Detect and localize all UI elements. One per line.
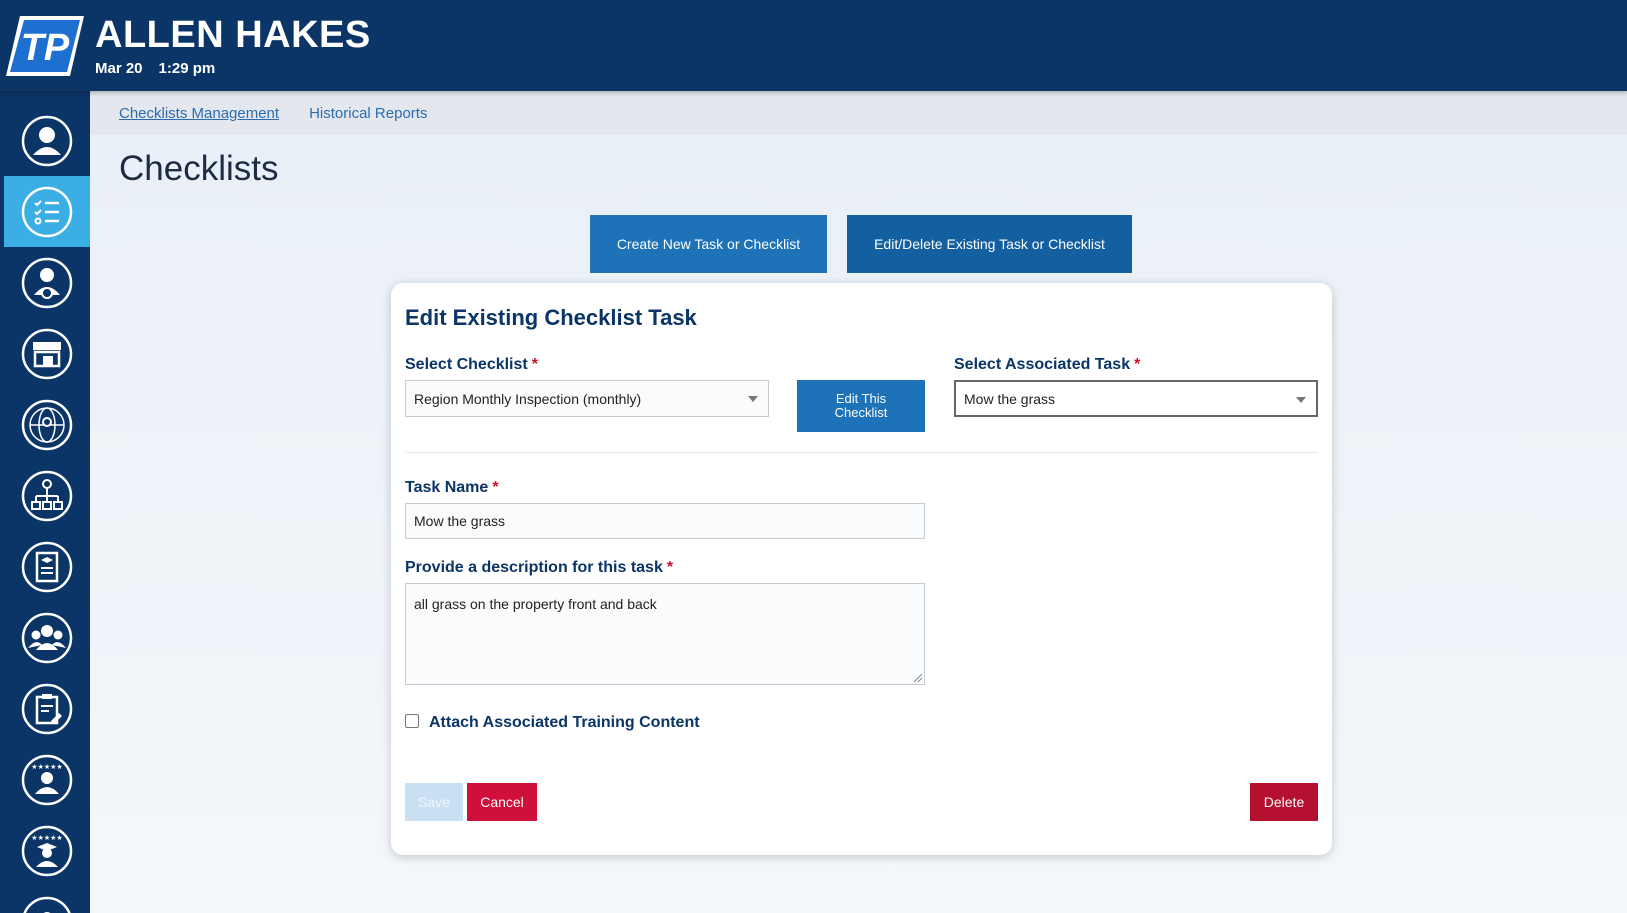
user-name: ALLEN HAKES [95,14,371,56]
sidebar-item-org-chart[interactable] [4,460,90,531]
svg-text:TP: TP [21,27,70,69]
resize-handle-icon[interactable] [914,674,922,682]
svg-text:★★★★★: ★★★★★ [31,834,62,842]
checklist-icon [21,186,73,237]
attach-training-label[interactable]: Attach Associated Training Content [429,714,700,732]
sidebar-item-graduate[interactable]: ★★★★★ [4,815,90,886]
user-profile-icon [21,115,73,166]
edit-this-checklist-button[interactable]: Edit This Checklist [797,380,925,432]
required-mark: * [492,479,499,496]
nav-historical-reports[interactable]: Historical Reports [309,105,427,122]
sidebar-item-checklists[interactable] [4,176,90,247]
select-task-label: Select Associated Task * [954,356,1141,373]
clipboard-edit-icon [21,683,73,734]
attach-training-checkbox[interactable] [405,714,419,728]
store-icon [21,328,73,379]
org-chart-icon [21,470,73,521]
select-task-dropdown[interactable]: Mow the grass [954,380,1318,417]
required-mark: * [666,559,674,576]
sidebar: ★★★★★ ★★★★★ [0,91,90,913]
more-icon [23,896,71,913]
required-mark: * [531,356,538,373]
sidebar-item-locations[interactable] [4,389,90,460]
chevron-down-icon [748,396,758,402]
chevron-down-icon [1296,397,1306,403]
sidebar-item-clipboard[interactable] [4,673,90,744]
edit-task-card: Edit Existing Checklist Task Select Chec… [391,283,1332,855]
current-date: Mar 20 [95,60,143,77]
page-title: Checklists [119,149,279,188]
section-divider [405,452,1318,453]
globe-location-icon [21,399,73,450]
training-document-icon [21,541,73,592]
nav-checklists-management[interactable]: Checklists Management [119,105,279,122]
tp-logo[interactable]: TP [6,16,84,76]
sub-navigation: Checklists Management Historical Reports [90,91,1627,135]
task-name-input[interactable]: Mow the grass [405,503,925,539]
description-textarea[interactable]: all grass on the property front and back [405,583,925,685]
sidebar-item-training[interactable] [4,531,90,602]
rated-user-icon: ★★★★★ [21,754,73,805]
create-task-button[interactable]: Create New Task or Checklist [590,215,827,273]
team-icon [21,612,73,663]
sidebar-item-stores[interactable] [4,318,90,389]
cancel-button[interactable]: Cancel [467,783,537,821]
save-button[interactable]: Save [405,783,463,821]
delete-button[interactable]: Delete [1250,783,1318,821]
svg-text:★★★★★: ★★★★★ [31,763,62,771]
sidebar-item-profile[interactable] [4,105,90,176]
edit-delete-task-button[interactable]: Edit/Delete Existing Task or Checklist [847,215,1132,273]
app-header: TP ALLEN HAKES Mar 20 1:29 pm [0,0,1627,91]
select-checklist-label: Select Checklist * [405,356,538,373]
sidebar-item-ratings[interactable]: ★★★★★ [4,744,90,815]
main-content: Checklists Create New Task or Checklist … [90,135,1627,913]
select-checklist-dropdown[interactable]: Region Monthly Inspection (monthly) [405,380,769,417]
date-time: Mar 20 1:29 pm [95,60,371,77]
task-name-label: Task Name * [405,479,499,496]
user-settings-icon [21,257,73,308]
sidebar-item-user-settings[interactable] [4,247,90,318]
form-title: Edit Existing Checklist Task [405,305,697,330]
sidebar-item-team[interactable] [4,602,90,673]
sidebar-item-more[interactable] [4,886,90,913]
graduate-rating-icon: ★★★★★ [21,825,73,876]
user-block: ALLEN HAKES Mar 20 1:29 pm [95,14,371,77]
description-label: Provide a description for this task * [405,559,674,576]
required-mark: * [1134,356,1141,373]
current-time: 1:29 pm [158,60,216,77]
